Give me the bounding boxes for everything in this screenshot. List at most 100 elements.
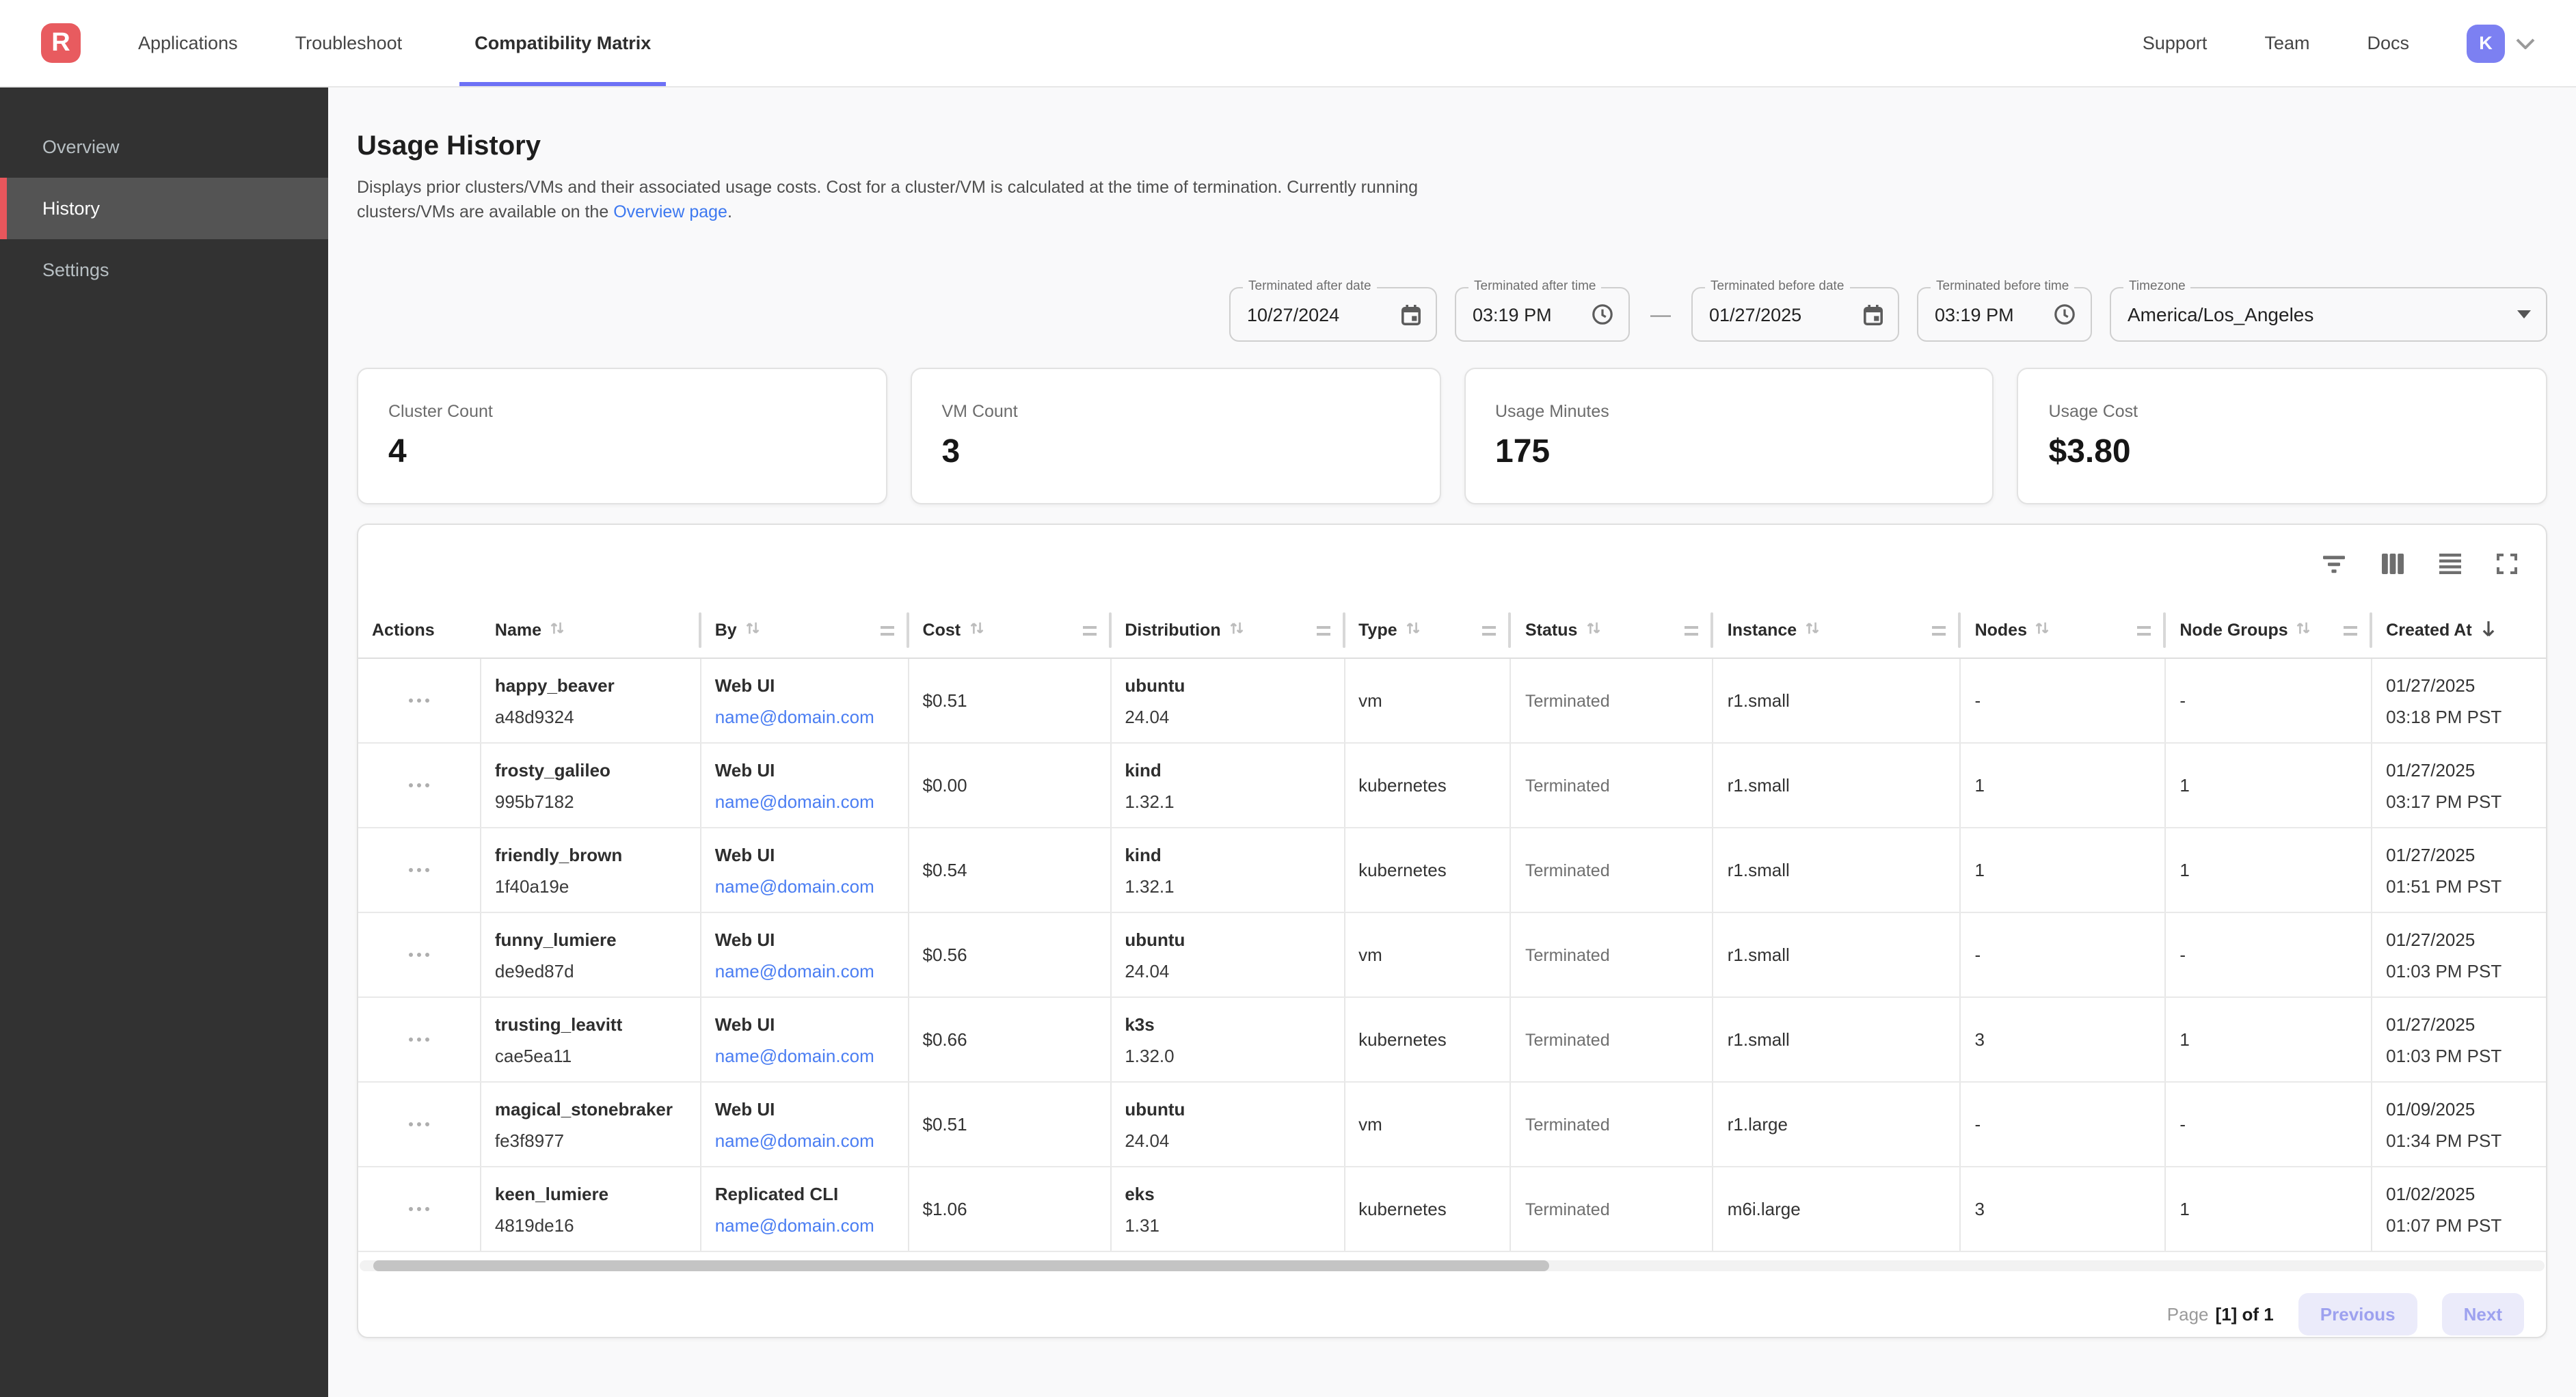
- cell-nodes: -: [1961, 659, 2166, 742]
- fullscreen-icon[interactable]: [2497, 554, 2517, 574]
- ellipsis-icon: [425, 1122, 429, 1127]
- cell-instance: r1.small: [1714, 659, 1961, 742]
- column-menu-icon[interactable]: [881, 625, 894, 635]
- by-email-link[interactable]: name@domain.com: [715, 1045, 908, 1066]
- column-menu-icon[interactable]: [2137, 625, 2151, 635]
- column-header-distribution[interactable]: Distribution: [1111, 603, 1345, 657]
- cell-text: $0.66: [923, 1029, 1110, 1050]
- column-header-by[interactable]: By: [701, 603, 909, 657]
- clock-icon[interactable]: [2054, 303, 2076, 325]
- scrollbar-thumb[interactable]: [373, 1260, 1549, 1271]
- chevron-down-icon[interactable]: [2516, 38, 2535, 49]
- cell-secondary-text: 24.04: [1125, 706, 1343, 727]
- main-content: Usage History Displays prior clusters/VM…: [328, 86, 2576, 1397]
- column-header-type[interactable]: Type: [1345, 603, 1512, 657]
- cell-secondary-text: cae5ea11: [495, 1045, 700, 1066]
- ellipsis-icon: [416, 1207, 421, 1212]
- ellipsis-icon: [408, 1207, 413, 1212]
- row-actions-button[interactable]: [358, 1083, 481, 1166]
- next-button[interactable]: Next: [2442, 1293, 2524, 1335]
- overview-page-link[interactable]: Overview page: [613, 202, 727, 221]
- clock-icon[interactable]: [1592, 303, 1613, 325]
- column-menu-icon[interactable]: [1685, 625, 1699, 635]
- calendar-icon[interactable]: [1401, 304, 1421, 325]
- cell-distribution: ubuntu24.04: [1111, 1083, 1345, 1166]
- filter-range-dash: —: [1650, 303, 1671, 326]
- column-header-name[interactable]: Name: [481, 603, 701, 657]
- column-header-instance[interactable]: Instance: [1714, 603, 1961, 657]
- horizontal-scrollbar[interactable]: [360, 1260, 2545, 1271]
- by-email-link[interactable]: name@domain.com: [715, 706, 908, 727]
- nav-link-team[interactable]: Team: [2264, 33, 2309, 53]
- filter-icon[interactable]: [2322, 554, 2346, 573]
- cell-distribution: ubuntu24.04: [1111, 659, 1345, 742]
- sidebar-item-settings[interactable]: Settings: [0, 239, 328, 301]
- cell-secondary-text: 24.04: [1125, 1130, 1343, 1150]
- row-actions-button[interactable]: [358, 1167, 481, 1251]
- replicated-logo[interactable]: R: [41, 23, 81, 63]
- column-menu-icon[interactable]: [2344, 625, 2357, 635]
- column-header-status[interactable]: Status: [1512, 603, 1714, 657]
- row-actions-button[interactable]: [358, 744, 481, 827]
- stat-card-usage-cost: Usage Cost$3.80: [2017, 368, 2548, 504]
- previous-button[interactable]: Previous: [2298, 1293, 2417, 1335]
- sidebar-item-overview[interactable]: Overview: [0, 116, 328, 178]
- columns-icon[interactable]: [2382, 554, 2404, 574]
- column-header-cost[interactable]: Cost: [909, 603, 1112, 657]
- cell-status: Terminated: [1512, 1083, 1714, 1166]
- field-label: Terminated after date: [1243, 279, 1377, 294]
- select-arrow-icon[interactable]: [2517, 310, 2531, 318]
- row-actions-button[interactable]: [358, 659, 481, 742]
- density-icon[interactable]: [2439, 554, 2461, 574]
- column-menu-icon[interactable]: [1316, 625, 1330, 635]
- by-email-link[interactable]: name@domain.com: [715, 1215, 908, 1235]
- cell-primary-text: kind: [1125, 844, 1343, 865]
- cell-created-at: 01/27/202503:17 PM PST: [2372, 744, 2546, 827]
- terminated-after-date-field[interactable]: Terminated after date 10/27/2024: [1229, 287, 1437, 342]
- stat-card-usage-minutes: Usage Minutes175: [1464, 368, 1994, 504]
- column-header-created-at[interactable]: Created At: [2372, 603, 2546, 657]
- by-email-link[interactable]: name@domain.com: [715, 960, 908, 981]
- by-email-link[interactable]: name@domain.com: [715, 1130, 908, 1150]
- column-header-nodes[interactable]: Nodes: [1961, 603, 2166, 657]
- column-menu-icon[interactable]: [1082, 625, 1096, 635]
- terminated-before-date-field[interactable]: Terminated before date 01/27/2025: [1691, 287, 1899, 342]
- column-menu-icon[interactable]: [1933, 625, 1946, 635]
- page-label: Page: [2167, 1304, 2209, 1325]
- filter-bar: Terminated after date 10/27/2024 Termina…: [357, 287, 2547, 342]
- row-actions-button[interactable]: [358, 828, 481, 912]
- avatar[interactable]: K: [2467, 24, 2505, 62]
- cell-primary-text: Web UI: [715, 759, 908, 780]
- stat-value: 4: [388, 433, 856, 472]
- by-email-link[interactable]: name@domain.com: [715, 791, 908, 811]
- cell-text: kubernetes: [1358, 860, 1510, 880]
- cell-cost: $0.00: [909, 744, 1112, 827]
- cell-cost: $1.06: [909, 1167, 1112, 1251]
- nav-link-docs[interactable]: Docs: [2367, 33, 2409, 53]
- row-actions-button[interactable]: [358, 913, 481, 996]
- tab-compatibility-matrix[interactable]: Compatibility Matrix: [459, 0, 666, 86]
- cell-text: $0.51: [923, 1114, 1110, 1135]
- cell-node-groups: 1: [2166, 744, 2372, 827]
- tab-applications[interactable]: Applications: [138, 0, 238, 86]
- calendar-icon[interactable]: [1864, 304, 1883, 325]
- cell-created-at: 01/09/202501:34 PM PST: [2372, 1083, 2546, 1166]
- timezone-select[interactable]: Timezone America/Los_Angeles: [2110, 287, 2547, 342]
- cell-status: Terminated: [1512, 1167, 1714, 1251]
- cell-text: kubernetes: [1358, 1029, 1510, 1050]
- cell-text: 1: [2179, 775, 2371, 796]
- ellipsis-icon: [408, 953, 413, 958]
- user-menu[interactable]: K: [2467, 24, 2535, 62]
- nav-link-support[interactable]: Support: [2143, 33, 2208, 53]
- column-menu-icon[interactable]: [1483, 625, 1497, 635]
- field-label: Timezone: [2123, 279, 2191, 294]
- sidebar-item-history[interactable]: History: [0, 178, 328, 239]
- cell-name: friendly_brown1f40a19e: [481, 828, 701, 912]
- by-email-link[interactable]: name@domain.com: [715, 876, 908, 896]
- column-header-node-groups[interactable]: Node Groups: [2166, 603, 2372, 657]
- cell-primary-text: happy_beaver: [495, 675, 700, 695]
- terminated-before-time-field[interactable]: Terminated before time 03:19 PM: [1917, 287, 2092, 342]
- tab-troubleshoot[interactable]: Troubleshoot: [295, 0, 403, 86]
- terminated-after-time-field[interactable]: Terminated after time 03:19 PM: [1455, 287, 1630, 342]
- row-actions-button[interactable]: [358, 998, 481, 1081]
